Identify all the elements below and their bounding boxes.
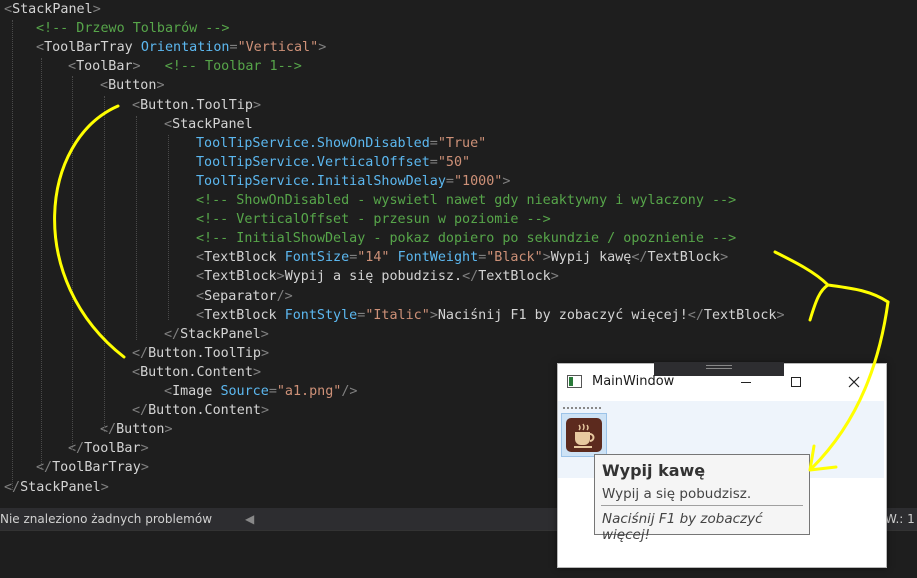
annotation-bracket <box>53 104 126 359</box>
annotation-arrow <box>810 300 890 470</box>
annotation-overlay <box>53 104 890 472</box>
annotation-brace <box>773 250 890 322</box>
